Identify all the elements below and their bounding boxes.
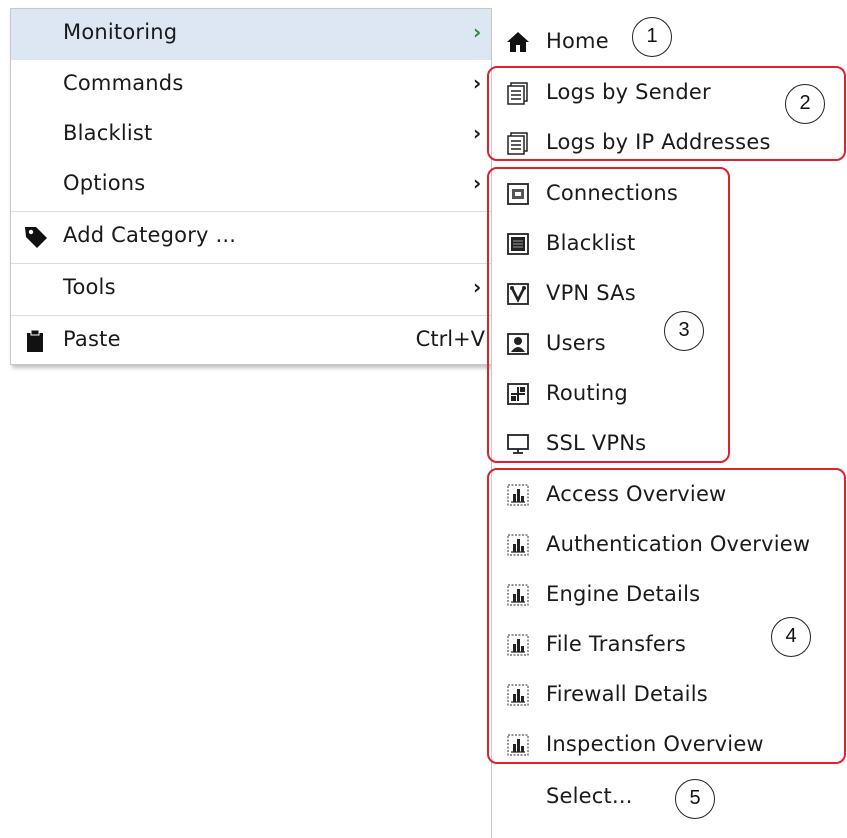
callout-number-3: 3 bbox=[664, 311, 704, 351]
callout-number-5: 5 bbox=[675, 779, 715, 819]
tag-icon bbox=[25, 227, 47, 248]
menu-item-label: Blacklist bbox=[63, 121, 153, 145]
menu-item-label: Tools bbox=[63, 275, 116, 299]
callout-number-4: 4 bbox=[771, 617, 811, 657]
submenu-arrow-icon: › bbox=[473, 121, 482, 145]
submenu-arrow-icon: › bbox=[473, 71, 482, 95]
context-menu: Monitoring › Commands › Blacklist › Opti… bbox=[10, 8, 492, 365]
menu-item-monitoring[interactable]: Monitoring › bbox=[11, 9, 491, 60]
menu-item-label: Add Category ... bbox=[63, 223, 237, 247]
submenu-arrow-icon: › bbox=[473, 275, 482, 299]
menu-item-label: Paste bbox=[63, 327, 121, 351]
menu-item-label: Monitoring bbox=[63, 20, 178, 44]
submenu-arrow-icon: › bbox=[473, 20, 482, 44]
submenu-arrow-icon: › bbox=[473, 171, 482, 195]
menu-item-tools[interactable]: Tools › bbox=[11, 264, 491, 315]
submenu-item-label: Select... bbox=[546, 784, 633, 808]
clipboard-icon bbox=[27, 329, 43, 352]
menu-item-commands[interactable]: Commands › bbox=[11, 60, 491, 111]
menu-item-label: Commands bbox=[63, 71, 184, 95]
submenu-item-label: Home bbox=[546, 29, 609, 53]
menu-item-paste[interactable]: Paste Ctrl+V bbox=[11, 316, 491, 367]
menu-item-blacklist[interactable]: Blacklist › bbox=[11, 110, 491, 161]
home-icon bbox=[507, 32, 529, 52]
callout-number-1: 1 bbox=[632, 17, 672, 57]
callout-box-reports bbox=[487, 468, 846, 764]
callout-number-2: 2 bbox=[785, 84, 825, 124]
menu-item-add-category[interactable]: Add Category ... bbox=[11, 212, 491, 263]
menu-item-options[interactable]: Options › bbox=[11, 160, 491, 211]
menu-item-label: Options bbox=[63, 171, 146, 195]
submenu-item-select[interactable]: Select... bbox=[492, 773, 847, 823]
shortcut-label: Ctrl+V bbox=[415, 327, 485, 351]
